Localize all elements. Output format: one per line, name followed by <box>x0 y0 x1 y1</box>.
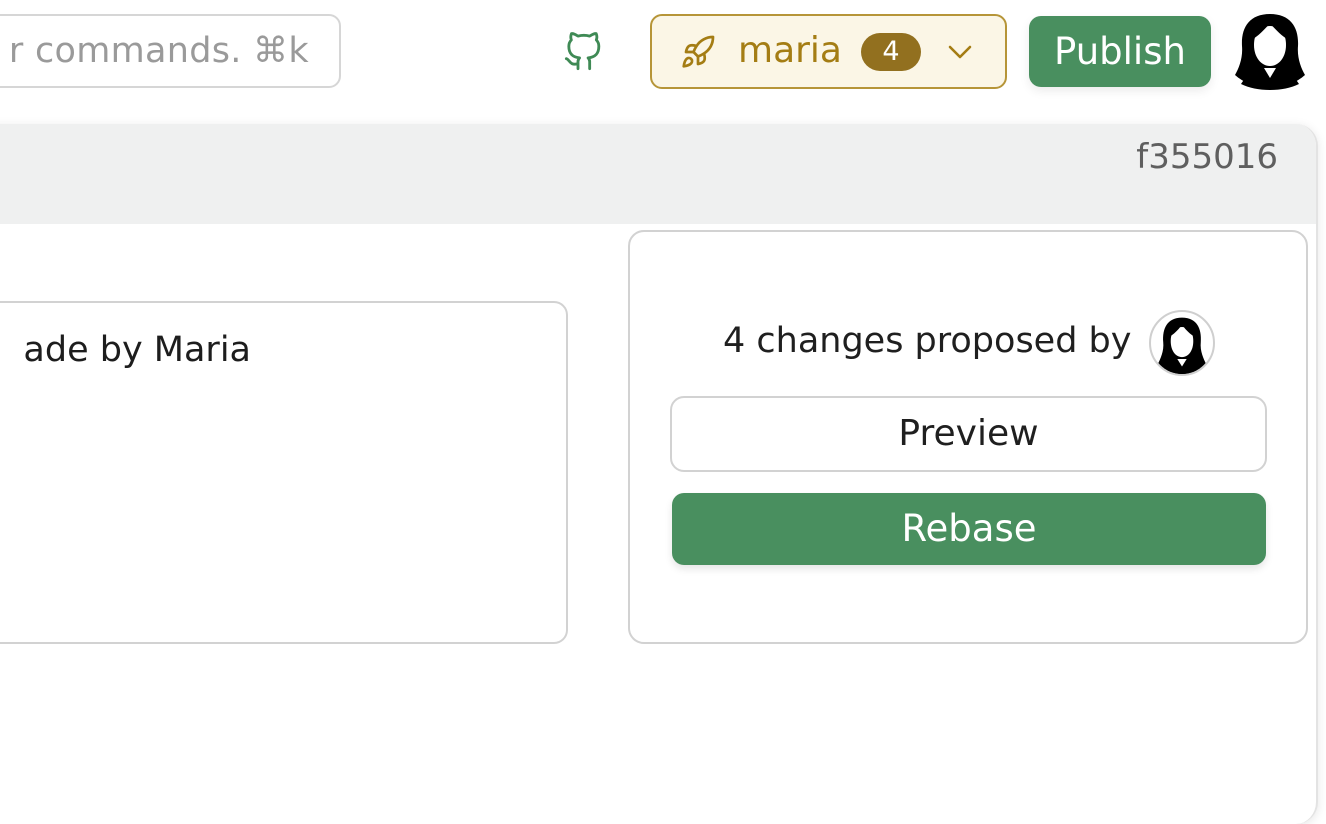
command-search-input[interactable]: r commands. ⌘k <box>0 14 341 88</box>
proposer-avatar <box>1149 310 1215 376</box>
rocket-icon <box>682 35 715 68</box>
change-description-card: ade by Maria <box>0 301 568 644</box>
preview-button[interactable]: Preview <box>670 396 1267 472</box>
publish-button[interactable]: Publish <box>1029 16 1211 87</box>
change-description-text: ade by Maria <box>23 330 251 370</box>
branch-switcher-button[interactable]: maria 4 <box>650 14 1007 89</box>
avatar-icon <box>1157 317 1207 374</box>
top-bar: r commands. ⌘k maria 4 Publish <box>0 0 1326 120</box>
chevron-down-icon <box>948 45 972 59</box>
github-icon[interactable] <box>563 32 603 72</box>
branch-change-count-badge: 4 <box>861 33 921 71</box>
proposed-changes-text: 4 changes proposed by <box>723 321 1132 361</box>
proposed-changes-card: 4 changes proposed by Preview Rebase <box>628 230 1308 644</box>
rebase-button[interactable]: Rebase <box>672 493 1266 565</box>
panel-header <box>0 124 1316 224</box>
commit-hash[interactable]: f355016 <box>1136 137 1278 177</box>
search-placeholder: r commands. ⌘k <box>8 31 309 71</box>
user-avatar-icon[interactable] <box>1233 12 1307 90</box>
branch-name: maria <box>738 30 842 71</box>
